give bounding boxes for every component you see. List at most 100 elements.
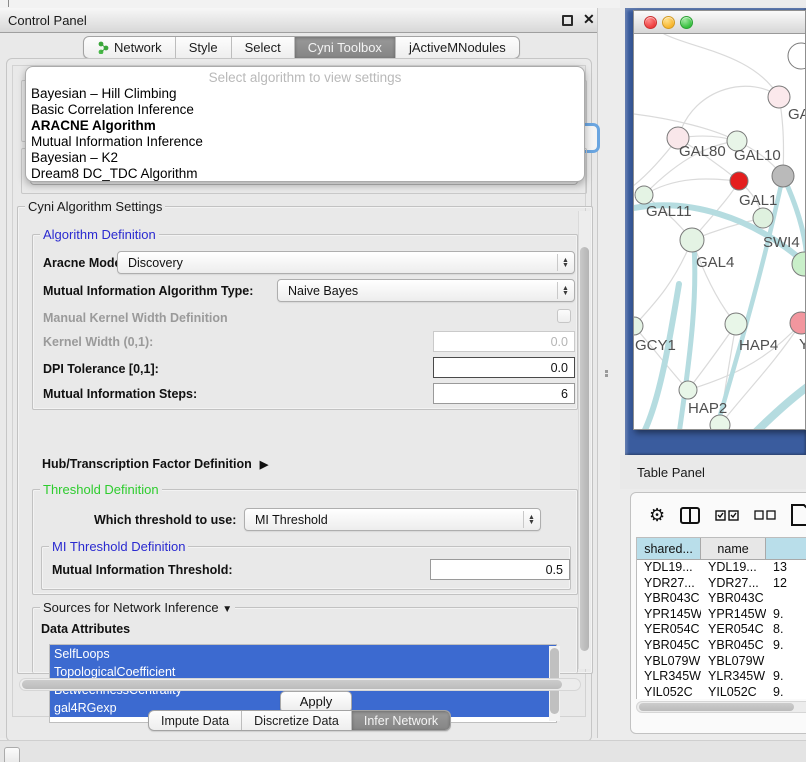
network-edge[interactable] bbox=[634, 240, 692, 326]
network-node-y[interactable] bbox=[790, 312, 805, 334]
table-row[interactable]: YDL19...YDL19...13 bbox=[637, 560, 806, 576]
aracne-mode-combo[interactable]: Discovery ▲▼ bbox=[117, 251, 575, 274]
tab-label: jActiveMNodules bbox=[409, 40, 506, 55]
column-header[interactable]: shared... bbox=[637, 538, 701, 560]
column-header[interactable] bbox=[766, 538, 806, 560]
network-edge[interactable] bbox=[678, 86, 779, 138]
algorithm-option[interactable]: Dream8 DC_TDC Algorithm bbox=[26, 166, 584, 182]
column-view-icon[interactable] bbox=[680, 507, 700, 524]
float-window-icon[interactable] bbox=[562, 15, 573, 26]
table-cell: YDR27... bbox=[701, 576, 766, 592]
network-edge[interactable] bbox=[642, 284, 679, 429]
top-strip-mark bbox=[8, 0, 9, 7]
network-node-hap4[interactable] bbox=[725, 313, 747, 335]
collapsed-panel-button[interactable] bbox=[4, 747, 20, 762]
settings-horizontal-scrollbar[interactable] bbox=[19, 678, 581, 691]
network-node-gal4[interactable] bbox=[680, 228, 704, 252]
expander-down-arrow-icon: ▼ bbox=[222, 604, 232, 615]
network-node-gcy1[interactable] bbox=[634, 317, 643, 335]
network-view-frame[interactable]: GAL7GAL80GAL10GAL11GAL1GAL4SWI4GCY1HAP4Y… bbox=[625, 8, 806, 455]
tab-jactivemnodules[interactable]: jActiveMNodules bbox=[396, 37, 519, 58]
table-row[interactable]: YIL052CYIL052C9. bbox=[637, 685, 806, 699]
table-cell: YDR27... bbox=[637, 576, 701, 592]
network-node-gal11[interactable] bbox=[635, 186, 653, 204]
column-header[interactable]: name bbox=[701, 538, 766, 560]
hub-transcription-expander[interactable]: Hub/Transcription Factor Definition▶ bbox=[42, 457, 268, 471]
table-row[interactable]: YDR27...YDR27...12 bbox=[637, 576, 806, 592]
network-edge[interactable] bbox=[664, 34, 779, 97]
table-cell: YBL079W bbox=[701, 654, 766, 670]
control-panel-tabbar: NetworkStyleSelect Cyni Toolbox jActiveMNo… bbox=[83, 36, 520, 59]
tab-style[interactable]: Style bbox=[176, 37, 232, 58]
tab-impute-data[interactable]: Impute Data bbox=[149, 711, 242, 730]
network-node[interactable] bbox=[772, 165, 794, 187]
settings-gear-icon[interactable]: ⚙ bbox=[649, 505, 665, 526]
table-panel: ⚙ shared...nameYDL19...YDL19...13YDR27..… bbox=[630, 492, 806, 734]
tab-cyni-toolbox[interactable]: Cyni Toolbox bbox=[295, 37, 396, 58]
scrollbar-thumb[interactable] bbox=[580, 247, 589, 651]
scrollbar-thumb[interactable] bbox=[639, 703, 794, 711]
table-horizontal-scrollbar[interactable] bbox=[636, 701, 806, 713]
network-edge[interactable] bbox=[779, 97, 784, 176]
mi-steps-field[interactable]: 6 bbox=[433, 383, 575, 404]
network-edge[interactable] bbox=[692, 240, 736, 324]
mi-threshold-field[interactable]: 0.5 bbox=[430, 559, 570, 580]
bottom-tabbar: Impute DataDiscretize DataInfer Network bbox=[148, 710, 451, 731]
table-row[interactable]: YLR345WYLR345W9. bbox=[637, 669, 806, 685]
table-cell: YDL19... bbox=[701, 560, 766, 576]
table-cell: 9. bbox=[766, 638, 806, 654]
dpi-tolerance-field[interactable]: 0.0 bbox=[433, 357, 575, 378]
attribute-item[interactable]: SelfLoops bbox=[50, 645, 556, 663]
tab-network[interactable]: Network bbox=[84, 37, 176, 58]
tab-select[interactable]: Select bbox=[232, 37, 295, 58]
node-table[interactable]: shared...nameYDL19...YDL19...13YDR27...Y… bbox=[636, 537, 806, 699]
manual-kernel-checkbox[interactable] bbox=[557, 309, 571, 323]
network-node[interactable] bbox=[788, 43, 805, 69]
network-canvas[interactable]: GAL7GAL80GAL10GAL11GAL1GAL4SWI4GCY1HAP4Y… bbox=[634, 34, 805, 429]
table-row[interactable]: YPR145WYPR145W9. bbox=[637, 607, 806, 623]
aracne-mode-value: Discovery bbox=[128, 256, 183, 270]
document-icon[interactable] bbox=[791, 504, 806, 526]
scrollbar-thumb[interactable] bbox=[22, 680, 562, 689]
which-threshold-combo[interactable]: MI Threshold ▲▼ bbox=[244, 508, 541, 531]
tab-infer-network[interactable]: Infer Network bbox=[352, 711, 450, 730]
mi-algorithm-type-combo[interactable]: Naive Bayes ▲▼ bbox=[277, 279, 575, 302]
network-node[interactable] bbox=[730, 172, 748, 190]
hide-all-columns-icon[interactable] bbox=[754, 510, 776, 520]
table-row[interactable]: YBR043CYBR043C bbox=[637, 591, 806, 607]
zoom-traffic-light-icon[interactable] bbox=[680, 16, 693, 29]
table-cell: YPR145W bbox=[701, 607, 766, 623]
aracne-mode-label: Aracne Mode: bbox=[43, 256, 126, 270]
table-toolbar: ⚙ bbox=[631, 493, 806, 537]
network-window: GAL7GAL80GAL10GAL11GAL1GAL4SWI4GCY1HAP4Y… bbox=[633, 10, 806, 430]
network-node-hap2[interactable] bbox=[679, 381, 697, 399]
table-row[interactable]: YBR045CYBR045C9. bbox=[637, 638, 806, 654]
sources-title: Sources for Network Inference ▼ bbox=[40, 600, 235, 615]
table-row[interactable]: YBL079WYBL079W bbox=[637, 654, 806, 670]
data-attributes-label: Data Attributes bbox=[41, 622, 130, 636]
algorithm-option[interactable]: ARACNE Algorithm bbox=[26, 118, 584, 134]
network-edge[interactable] bbox=[754, 382, 805, 429]
threshold-definition-group: Threshold Definition Which threshold to … bbox=[32, 489, 578, 595]
close-icon[interactable]: ✕ bbox=[583, 11, 595, 28]
combo-arrows-icon: ▲▼ bbox=[557, 282, 570, 299]
panel-splitter-handle[interactable] bbox=[605, 370, 610, 377]
table-cell: 9. bbox=[766, 669, 806, 685]
table-row[interactable]: YER054CYER054C8. bbox=[637, 622, 806, 638]
network-node-gal1[interactable] bbox=[753, 208, 773, 228]
close-traffic-light-icon[interactable] bbox=[644, 16, 657, 29]
table-cell: YIL052C bbox=[637, 685, 701, 699]
algorithm-option[interactable]: Mutual Information Inference bbox=[26, 134, 584, 150]
algorithm-dropdown-placeholder: Select algorithm to view settings bbox=[26, 67, 584, 86]
tab-discretize-data[interactable]: Discretize Data bbox=[242, 711, 352, 730]
tab-label: Cyni Toolbox bbox=[308, 40, 382, 55]
algorithm-option[interactable]: Bayesian – K2 bbox=[26, 150, 584, 166]
network-graph[interactable]: GAL7GAL80GAL10GAL11GAL1GAL4SWI4GCY1HAP4Y… bbox=[634, 34, 805, 429]
show-all-columns-icon[interactable] bbox=[715, 510, 739, 521]
network-node-gal7[interactable] bbox=[768, 86, 790, 108]
minimize-traffic-light-icon[interactable] bbox=[662, 16, 675, 29]
algorithm-option[interactable]: Bayesian – Hill Climbing bbox=[26, 86, 584, 102]
kernel-width-field[interactable]: 0.0 bbox=[433, 331, 575, 352]
algorithm-option[interactable]: Basic Correlation Inference bbox=[26, 102, 584, 118]
settings-vertical-scrollbar[interactable] bbox=[578, 211, 590, 669]
